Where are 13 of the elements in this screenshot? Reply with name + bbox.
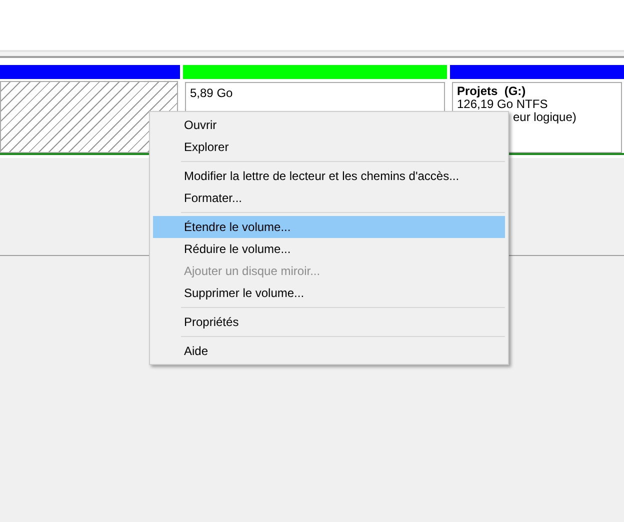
menu-item[interactable]: Supprimer le volume...	[153, 282, 505, 304]
menu-item[interactable]: Propriétés	[153, 311, 505, 333]
menu-item[interactable]: Réduire le volume...	[153, 238, 505, 260]
volume-info: eur logique)	[512, 111, 578, 124]
menu-item[interactable]: Aide	[153, 340, 505, 362]
menu-item[interactable]: Formater...	[153, 187, 505, 209]
unallocated-space[interactable]	[0, 81, 178, 153]
volume-info: 5,89 Go	[190, 87, 234, 100]
menu-item[interactable]: Modifier la lettre de lecteur et les chemins d'accès...	[153, 165, 505, 187]
splitter-bar[interactable]	[0, 50, 624, 58]
volume-info: 126,19 Go NTFS	[457, 98, 549, 111]
volume-title: Projets (G:)	[457, 85, 527, 98]
menu-item[interactable]: Étendre le volume...	[153, 216, 505, 238]
